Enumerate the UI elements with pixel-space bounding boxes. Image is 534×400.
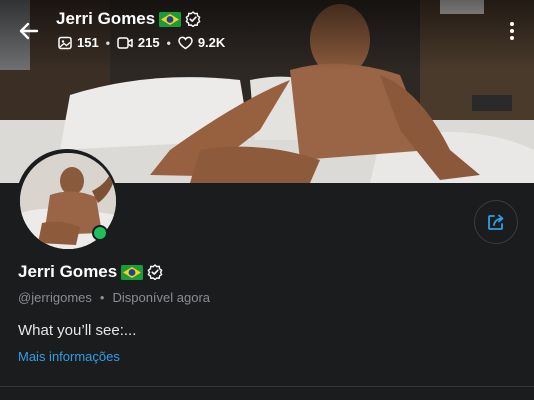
videos-count[interactable]: 215 — [117, 35, 160, 50]
handle-row: @jerrigomes • Disponível agora — [18, 290, 210, 305]
arrow-left-icon — [19, 22, 39, 40]
stats-separator: • — [166, 35, 171, 50]
more-options-button[interactable] — [502, 18, 522, 44]
brazil-flag-icon — [121, 264, 144, 280]
stats-separator: • — [105, 35, 110, 50]
online-status-indicator — [92, 225, 108, 241]
more-vertical-icon — [510, 22, 514, 40]
video-icon — [117, 36, 133, 49]
verified-badge-icon — [147, 264, 163, 280]
header-title: Jerri Gomes — [56, 9, 201, 29]
handle-separator: • — [99, 290, 105, 305]
likes-count[interactable]: 9.2K — [178, 35, 225, 50]
availability-status: Disponível agora — [112, 290, 211, 305]
section-divider — [0, 386, 534, 387]
profile-bio: What you’ll see:... — [18, 322, 137, 339]
image-icon — [58, 36, 72, 49]
profile-name-text: Jerri Gomes — [18, 262, 118, 281]
verified-badge-icon — [185, 11, 201, 27]
more-info-link[interactable]: Mais informações — [18, 349, 120, 364]
photos-count[interactable]: 151 — [58, 35, 99, 50]
header-stats: 151 • 215 • 9.2K — [58, 35, 225, 50]
profile-handle: @jerrigomes — [18, 290, 92, 305]
header-name: Jerri Gomes — [56, 9, 156, 28]
likes-count-value: 9.2K — [197, 35, 226, 50]
share-button[interactable] — [474, 200, 518, 244]
brazil-flag-icon — [159, 11, 182, 27]
profile-name: Jerri Gomes — [18, 262, 163, 282]
share-icon — [488, 214, 504, 230]
back-button[interactable] — [14, 16, 44, 46]
heart-icon — [178, 36, 193, 49]
photos-count-value: 151 — [77, 35, 99, 50]
top-bar: Jerri Gomes 151 • 215 • 9.2K — [0, 0, 534, 60]
videos-count-value: 215 — [137, 35, 160, 50]
